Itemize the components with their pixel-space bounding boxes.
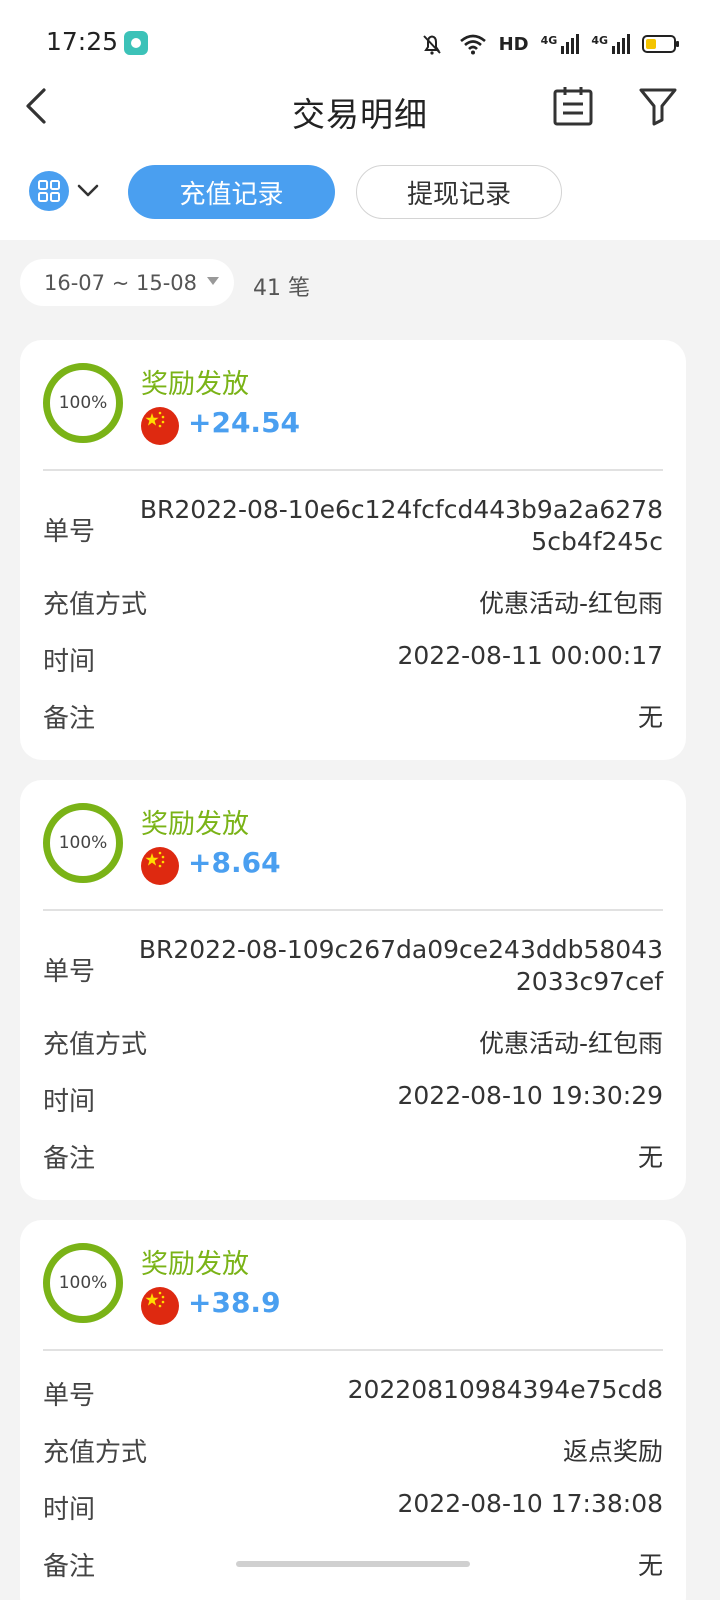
grid-icon — [38, 180, 60, 202]
progress-ring: 100% — [43, 363, 123, 443]
record-amount: +24.54 — [188, 406, 301, 439]
record-amount: +8.64 — [188, 846, 281, 879]
time-value: 2022-08-10 17:38:08 — [397, 1489, 663, 1518]
note-value: 无 — [637, 1551, 663, 1580]
signal-1-icon: 4G — [541, 34, 580, 54]
time-value: 2022-08-10 19:30:29 — [397, 1081, 663, 1110]
order-number-label: 单号 — [43, 517, 96, 547]
home-indicator[interactable] — [236, 1561, 470, 1567]
progress-ring: 100% — [43, 1243, 123, 1323]
recharge-method-value: 返点奖励 — [562, 1437, 663, 1466]
record-status: 奖励发放 — [141, 809, 249, 840]
status-bar: 17:25 HD 4G 4G — [0, 0, 720, 88]
note-label: 备注 — [43, 1552, 96, 1582]
chevron-down-icon[interactable] — [76, 179, 100, 203]
order-number-label: 单号 — [43, 957, 96, 987]
wifi-icon — [459, 34, 486, 55]
network-type-1: 4G — [540, 34, 558, 47]
record-amount: +38.9 — [188, 1286, 281, 1319]
time-label: 时间 — [43, 1495, 96, 1525]
order-number-value: BR2022-08-109c267da09ce243ddb58043 2033c… — [138, 935, 663, 996]
record-count: 41 笔 — [253, 276, 310, 301]
order-number-label: 单号 — [43, 1381, 96, 1411]
date-range-selector[interactable]: 16-07 ~ 15-08 — [20, 259, 234, 306]
note-label: 备注 — [43, 704, 96, 734]
status-time: 17:25 — [46, 27, 119, 56]
time-label: 时间 — [43, 647, 96, 677]
divider — [43, 1349, 663, 1351]
app-notification-icon — [124, 31, 148, 55]
progress-text: 100% — [58, 1273, 108, 1293]
china-flag-icon — [141, 847, 179, 885]
record-status: 奖励发放 — [141, 369, 249, 400]
progress-ring: 100% — [43, 803, 123, 883]
order-number-value: BR2022-08-10e6c124fcfcd443b9a2a6278 5cb4… — [139, 495, 663, 556]
recharge-method-label: 充值方式 — [43, 1030, 148, 1060]
mute-bell-icon — [422, 35, 441, 55]
recharge-method-label: 充值方式 — [43, 590, 148, 620]
recharge-method-value: 优惠活动-红包雨 — [478, 1029, 663, 1058]
battery-icon — [642, 35, 679, 53]
note-value: 无 — [637, 703, 663, 732]
filter-funnel-icon[interactable] — [638, 86, 678, 126]
divider — [43, 469, 663, 471]
category-grid-button[interactable] — [29, 171, 69, 211]
record-card[interactable]: 100% 奖励发放 +8.64 单号 BR2022-08-109c267da09… — [20, 780, 686, 1200]
note-label: 备注 — [43, 1144, 96, 1174]
recharge-method-value: 优惠活动-红包雨 — [478, 589, 663, 618]
china-flag-icon — [141, 1287, 179, 1325]
progress-text: 100% — [58, 833, 108, 853]
network-type-2: 4G — [591, 34, 608, 47]
caret-down-icon — [207, 277, 219, 285]
hd-label: HD — [498, 33, 529, 55]
tab-recharge-records[interactable]: 充值记录 — [128, 165, 335, 219]
recharge-method-label: 充值方式 — [43, 1438, 148, 1468]
calendar-icon[interactable] — [553, 86, 593, 126]
status-icons: HD 4G 4G — [417, 30, 679, 58]
record-card[interactable]: 100% 奖励发放 +38.9 单号 20220810984394e75cd8 … — [20, 1220, 686, 1600]
record-card[interactable]: 100% 奖励发放 +24.54 单号 BR2022-08-10e6c124fc… — [20, 340, 686, 760]
progress-text: 100% — [58, 393, 108, 413]
china-flag-icon — [141, 407, 179, 445]
tab-withdraw-records[interactable]: 提现记录 — [356, 165, 562, 219]
time-label: 时间 — [43, 1087, 96, 1117]
record-status: 奖励发放 — [141, 1249, 249, 1280]
time-value: 2022-08-11 00:00:17 — [397, 641, 663, 670]
date-range-text: 16-07 ~ 15-08 — [44, 270, 197, 295]
page-title: 交易明细 — [292, 95, 428, 134]
signal-2-icon: 4G — [591, 34, 630, 54]
divider — [43, 909, 663, 911]
order-number-value: 20220810984394e75cd8 — [347, 1375, 663, 1404]
note-value: 无 — [637, 1143, 663, 1172]
